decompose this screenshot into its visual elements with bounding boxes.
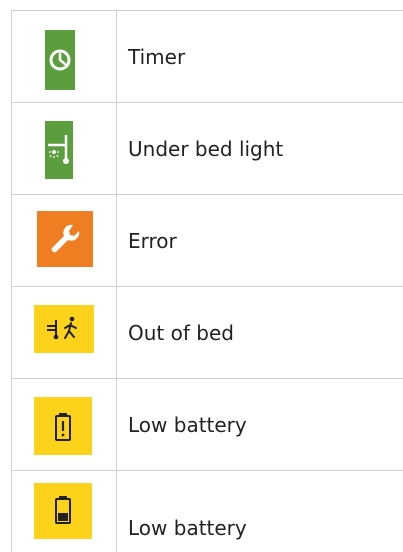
legend-row-timer: Timer	[11, 11, 403, 103]
icon-cell	[11, 11, 117, 102]
timer-icon	[45, 30, 75, 90]
legend-row-error: Error	[11, 195, 403, 287]
icon-cell	[11, 379, 117, 470]
icon-legend-table: Timer Under bed light Error Out of bed L…	[11, 10, 403, 552]
legend-row-out-of-bed: Out of bed	[11, 287, 403, 379]
icon-cell	[11, 195, 117, 286]
wrench-icon	[37, 211, 93, 267]
out-of-bed-icon	[34, 305, 94, 353]
legend-label: Low battery	[128, 516, 247, 540]
legend-label: Error	[128, 228, 177, 253]
legend-label: Low battery	[128, 412, 247, 437]
legend-label: Out of bed	[128, 320, 234, 345]
legend-label: Timer	[128, 44, 186, 69]
battery-warning-icon	[34, 397, 92, 455]
icon-cell	[11, 103, 117, 194]
under-bed-light-icon	[45, 121, 73, 179]
icon-cell	[11, 471, 117, 552]
battery-icon	[34, 483, 92, 539]
legend-row-under-bed-light: Under bed light	[11, 103, 403, 195]
legend-row-low-battery: Low battery	[11, 471, 403, 552]
legend-row-low-battery-warning: Low battery	[11, 379, 403, 471]
icon-cell	[11, 287, 117, 378]
legend-label: Under bed light	[128, 136, 284, 161]
